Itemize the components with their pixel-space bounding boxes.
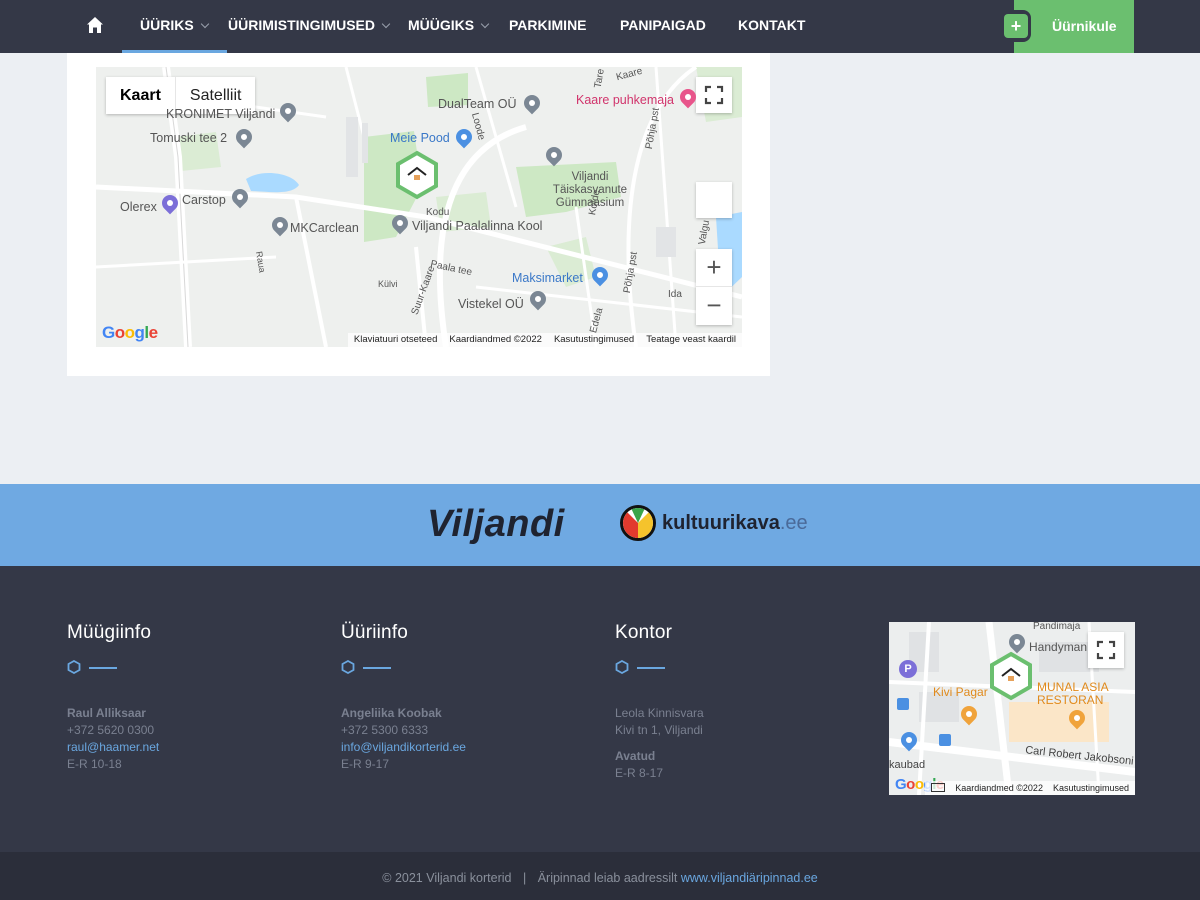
terms-link[interactable]: Kasutustingimused	[1053, 781, 1129, 795]
footer-rent-title: Üüriinfo	[341, 622, 409, 643]
hexagon-icon	[67, 660, 81, 674]
nav-item-uuriks[interactable]: ÜÜRIKS	[122, 0, 227, 53]
poi-pandimaja[interactable]: Pandimaja	[1033, 622, 1080, 632]
fullscreen-icon	[1096, 640, 1116, 660]
poi-vistekel[interactable]: Vistekel OÜ	[458, 297, 524, 311]
partner-band	[0, 484, 1200, 566]
commercial-text: Äripinnad leiab aadressilt	[537, 871, 678, 885]
footer-rent-info: Angeliika Koobak +372 5300 6333 info@vil…	[341, 705, 466, 773]
poi-olerex[interactable]: Olerex	[120, 200, 157, 214]
street-view-button[interactable]	[696, 182, 732, 218]
poi-kivi-pagar[interactable]: Kivi Pagar	[933, 685, 988, 699]
poi-carstop[interactable]: Carstop	[182, 193, 226, 207]
zoom-control: + −	[696, 249, 732, 325]
nav-item-parkimine[interactable]: PARKIMINE	[509, 0, 587, 53]
commercial-link[interactable]: www.viljandiäripinnad.ee	[681, 871, 818, 885]
keyboard-icon[interactable]	[931, 783, 946, 792]
poi-handyman[interactable]: Handyman	[1029, 640, 1087, 654]
sales-email-link[interactable]: raul@haamer.net	[67, 740, 159, 754]
nav-item-panipaigad[interactable]: PANIPAIGAD	[620, 0, 706, 53]
fullscreen-button[interactable]	[696, 77, 732, 113]
nav-item-kontakt[interactable]: KONTAKT	[738, 0, 805, 53]
nav-item-uurimistingimused[interactable]: ÜÜRIMISTINGIMUSED	[228, 0, 391, 53]
property-marker-icon[interactable]	[396, 150, 438, 200]
map-attribution: Klaviatuuri otseteed Kaardiandmed ©2022 …	[347, 333, 742, 347]
sales-phone[interactable]: +372 5620 0300	[67, 722, 159, 739]
rent-email-link[interactable]: info@viljandikorterid.ee	[341, 740, 466, 754]
poi-mkcarclean[interactable]: MKCarclean	[290, 221, 359, 235]
copyright-text: © 2021 Viljandi korterid	[382, 871, 512, 885]
tenant-button[interactable]: Üürnikule	[1014, 0, 1134, 53]
mini-map-attribution: Kaardiandmed ©2022 Kasutustingimused	[925, 781, 1135, 795]
fullscreen-icon	[704, 85, 724, 105]
hexagon-icon	[341, 660, 355, 674]
chevron-down-icon	[200, 19, 209, 29]
map-data-label: Kaardiandmed ©2022	[955, 783, 1043, 793]
footer-sales-column: Müügiinfo	[67, 622, 151, 644]
rent-phone[interactable]: +372 5300 6333	[341, 722, 466, 739]
sales-contact-name: Raul Alliksaar	[67, 706, 146, 720]
poi-tomuski[interactable]: Tomuski tee 2	[150, 131, 227, 145]
zoom-in-button[interactable]: +	[696, 249, 732, 287]
viljandi-logo[interactable]: Viljandi	[427, 503, 565, 546]
bus-stop-icon[interactable]	[939, 734, 951, 746]
property-marker-icon[interactable]	[990, 651, 1032, 701]
office-open-title: Avatud	[615, 749, 656, 763]
google-logo: Google	[102, 323, 158, 342]
separator: |	[522, 871, 527, 885]
plus-icon: +	[1004, 14, 1028, 38]
poi-meie-pood[interactable]: Meie Pood	[390, 131, 450, 145]
home-icon[interactable]	[86, 16, 104, 34]
poi-dualteam[interactable]: DualTeam OÜ	[438, 97, 517, 111]
mini-map-fullscreen-button[interactable]	[1088, 632, 1124, 668]
footer-office-title: Kontor	[615, 622, 673, 643]
footer-office-column: Kontor	[615, 622, 672, 644]
zoom-out-button[interactable]: −	[696, 287, 732, 325]
nav-item-muugiks[interactable]: MÜÜGIKS	[408, 0, 490, 53]
street-label: Külvi	[378, 279, 398, 289]
poi-munal[interactable]: MUNAL ASIA RESTORAN	[1037, 681, 1109, 707]
report-error-link[interactable]: Teatage veast kaardil	[646, 333, 736, 347]
parking-icon[interactable]: P	[899, 660, 917, 678]
footer-sales-info: Raul Alliksaar +372 5620 0300 raul@haame…	[67, 705, 159, 773]
hexagon-icon	[615, 660, 629, 674]
kultuurikava-logo[interactable]: kultuurikava.ee	[620, 504, 808, 542]
keyboard-shortcuts-link[interactable]: Klaviatuuri otseteed	[354, 333, 437, 347]
poi-kaare-puhkemaja[interactable]: Kaare puhkemaja	[576, 93, 674, 107]
footer-mini-map[interactable]: Pandimaja Handyman P Kivi Pagar MUNAL AS…	[889, 622, 1135, 795]
chevron-down-icon	[381, 19, 391, 29]
footer-office-info: Leola Kinnisvara Kivi tn 1, Viljandi Ava…	[615, 705, 704, 782]
footer-sales-title: Müügiinfo	[67, 622, 152, 643]
main-map[interactable]: Kaart Satelliit + − Kaare puhkemaja Dual…	[96, 67, 742, 347]
map-data-label: Kaardiandmed ©2022	[449, 334, 542, 345]
terms-link[interactable]: Kasutustingimused	[554, 333, 634, 347]
bus-stop-icon[interactable]	[897, 698, 909, 710]
poi-paalalinna[interactable]: Viljandi Paalalinna Kool	[412, 219, 542, 233]
plus-button[interactable]: +	[1001, 10, 1031, 42]
street-label: kaubad	[889, 759, 926, 771]
chevron-down-icon	[480, 19, 490, 29]
office-hours: E-R 8-17	[615, 766, 664, 780]
poi-kronimet[interactable]: KRONIMET Viljandi	[166, 107, 275, 121]
kultuurikava-emblem-icon	[620, 505, 656, 541]
office-address: Kivi tn 1, Viljandi	[615, 723, 703, 737]
top-navbar: ÜÜRIKS ÜÜRIMISTINGIMUSED MÜÜGIKS PARKIMI…	[0, 0, 1200, 53]
office-company: Leola Kinnisvara	[615, 706, 704, 720]
rent-contact-name: Angeliika Koobak	[341, 706, 442, 720]
poi-maksimarket[interactable]: Maksimarket	[512, 271, 583, 285]
sales-hours: E-R 10-18	[67, 757, 122, 771]
rent-hours: E-R 9-17	[341, 757, 390, 771]
kultuurikava-wordmark: kultuurikava.ee	[662, 511, 808, 534]
street-label: Ida	[668, 289, 682, 300]
street-label: Kodu	[426, 207, 450, 218]
footer-rent-column: Üüriinfo	[341, 622, 408, 644]
copyright-bar: © 2021 Viljandi korterid | Äripinnad lei…	[0, 852, 1200, 900]
